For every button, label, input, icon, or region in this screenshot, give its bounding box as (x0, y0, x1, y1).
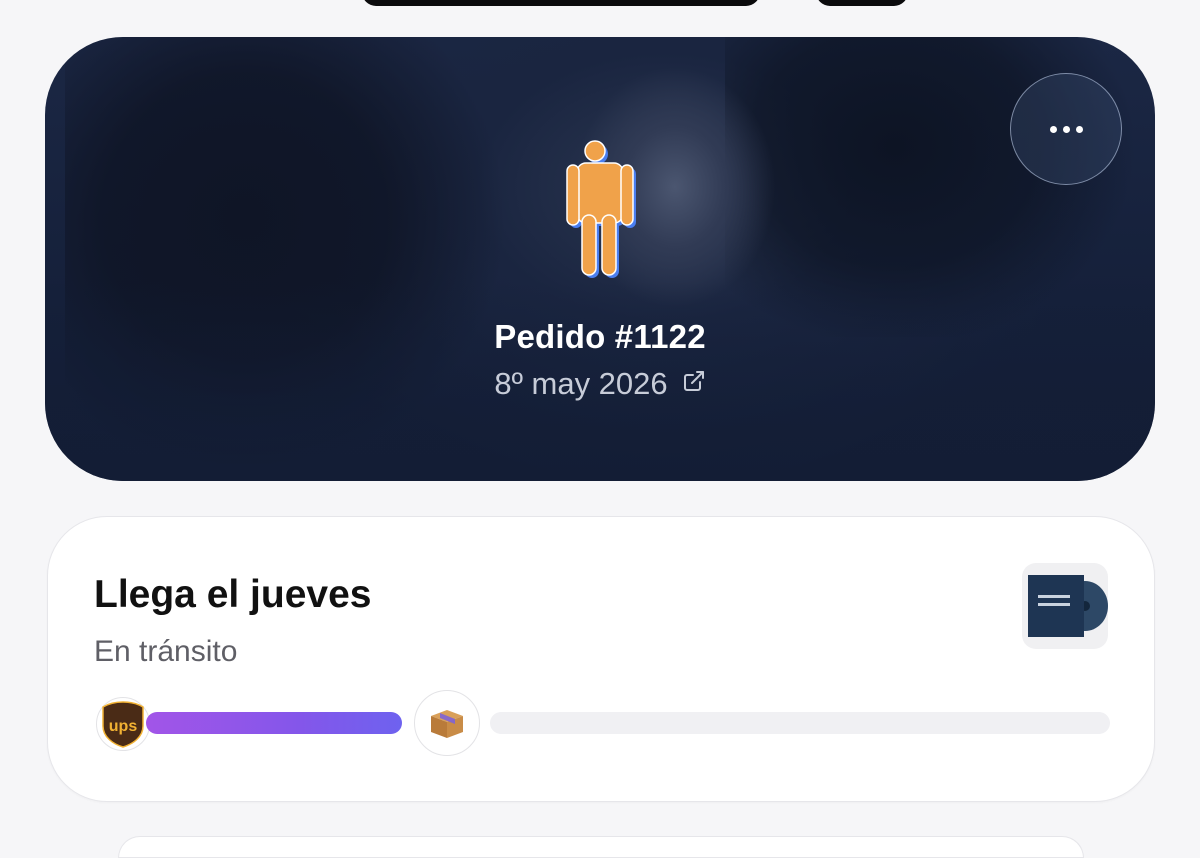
product-thumbnail[interactable] (1022, 563, 1108, 649)
order-number: Pedido #1122 (494, 318, 706, 355)
more-horizontal-icon (1049, 125, 1057, 133)
more-options-button[interactable] (1010, 73, 1122, 185)
next-card-edge (118, 836, 1084, 858)
album-sleeve-image (1028, 575, 1084, 637)
stick-figure-logo-icon (566, 140, 636, 278)
more-horizontal-icon (1062, 125, 1070, 133)
progress-bar-fill (146, 712, 402, 734)
package-box-icon (414, 690, 480, 756)
shipment-status: En tránsito (94, 635, 238, 668)
top-control-pill-small (816, 0, 908, 6)
sleeve-line (1038, 595, 1070, 598)
ups-logo-icon: ups (96, 697, 150, 751)
sleeve-line (1038, 603, 1070, 606)
delivery-estimate: Llega el jueves (94, 573, 372, 616)
ups-logo-text: ups (109, 718, 138, 735)
more-horizontal-icon (1075, 125, 1083, 133)
order-date-link[interactable]: 8º may 2026 (0, 366, 1200, 402)
order-date: 8º may 2026 (494, 366, 668, 401)
shipment-card[interactable]: Llega el jueves En tránsito ups (47, 516, 1155, 802)
top-control-pill (362, 0, 760, 6)
progress-bar-track (490, 712, 1110, 734)
external-link-icon (682, 365, 706, 401)
